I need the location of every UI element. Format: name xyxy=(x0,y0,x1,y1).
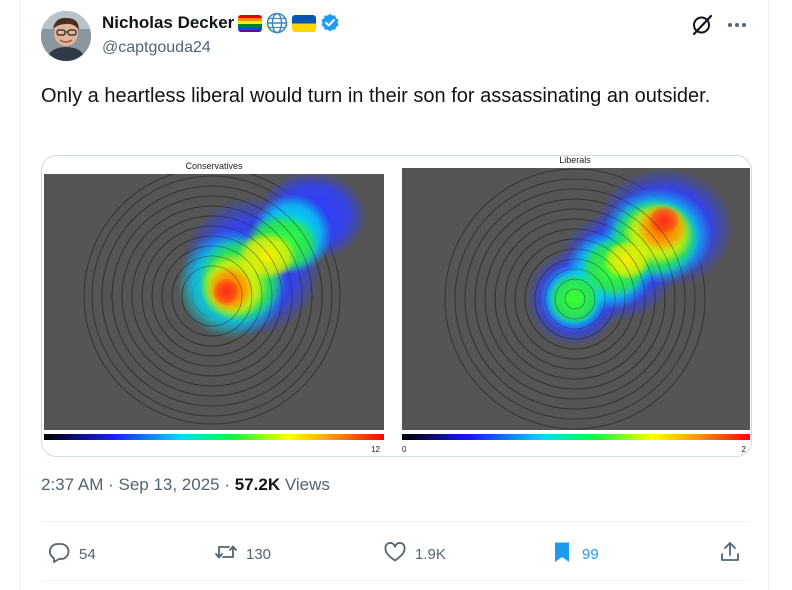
grok-icon[interactable] xyxy=(690,13,714,37)
verified-badge-icon[interactable] xyxy=(320,13,340,33)
author-name-row: Nicholas Decker xyxy=(102,12,340,34)
views-label: Views xyxy=(284,475,330,494)
author-display-name[interactable]: Nicholas Decker xyxy=(102,13,234,33)
divider-bottom xyxy=(41,580,750,581)
like-count: 1.9K xyxy=(415,545,446,563)
repost-icon xyxy=(214,540,238,568)
ukraine-flag-icon xyxy=(292,14,317,32)
tweet: Nicholas Decker @captgouda24 Only a hear… xyxy=(0,0,792,590)
avatar[interactable] xyxy=(41,11,91,61)
repost-button[interactable]: 130 xyxy=(214,540,271,568)
tweet-meta: 2:37 AM · Sep 13, 2025 · 57.2K Views xyxy=(41,475,330,495)
panel-title-liberals: Liberals xyxy=(559,156,591,165)
globe-icon xyxy=(266,12,288,34)
tweet-date[interactable]: Sep 13, 2025 xyxy=(118,475,219,494)
meta-separator: · xyxy=(103,475,119,494)
panel-title-conservatives: Conservatives xyxy=(185,161,243,171)
bookmark-button[interactable]: 99 xyxy=(550,540,599,568)
like-icon xyxy=(383,540,407,568)
scale-max-right: 2 xyxy=(742,445,747,454)
tweet-time[interactable]: 2:37 AM xyxy=(41,475,103,494)
reply-count: 54 xyxy=(79,545,96,563)
timeline-border-right xyxy=(768,0,769,590)
views-count: 57.2K xyxy=(234,475,281,494)
rainbow-flag-icon xyxy=(238,14,263,32)
share-icon xyxy=(718,540,742,568)
more-icon[interactable] xyxy=(724,13,750,37)
bookmark-count: 99 xyxy=(582,545,599,563)
reply-icon xyxy=(47,540,71,568)
color-scale-right xyxy=(402,434,750,440)
author-handle[interactable]: @captgouda24 xyxy=(102,39,211,57)
meta-separator: · xyxy=(219,475,235,494)
like-button[interactable]: 1.9K xyxy=(383,540,446,568)
tweet-text: Only a heartless liberal would turn in t… xyxy=(41,85,711,107)
scale-min-right: 0 xyxy=(402,445,407,454)
heatmap-liberals: Liberals 0 2 xyxy=(402,156,750,454)
repost-count: 130 xyxy=(246,545,272,563)
heatmap-conservatives: Conservatives 12 xyxy=(44,161,384,454)
divider-top xyxy=(41,521,750,522)
bookmark-icon xyxy=(550,540,574,568)
color-scale-left xyxy=(44,434,384,440)
scale-max-left: 12 xyxy=(371,445,380,454)
share-button[interactable] xyxy=(718,540,742,568)
reply-button[interactable]: 54 xyxy=(47,540,96,568)
timeline-border-left xyxy=(20,0,21,590)
tweet-media-image[interactable]: Conservatives 12 Liberals 0 2 xyxy=(41,155,752,457)
